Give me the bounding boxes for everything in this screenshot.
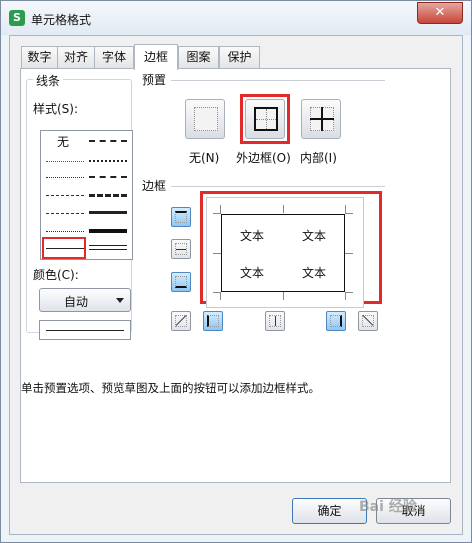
color-label: 颜色(C):: [33, 268, 79, 282]
line-style-item[interactable]: [46, 213, 84, 215]
line-style-list[interactable]: 无: [40, 130, 133, 260]
preset-outline-label: 外边框(O): [236, 151, 291, 165]
title-bar: S 单元格格式 ✕: [1, 1, 471, 35]
line-style-item[interactable]: [89, 140, 127, 142]
border-inner-horizontal-button[interactable]: [171, 239, 191, 259]
format-cells-dialog: S 单元格格式 ✕ 数字 对齐 字体 边框 图案 保护 线条 样式(S): 无: [0, 0, 472, 543]
border-tab-panel: 线条 样式(S): 无 颜色(C): 自动 预置 无(N) 外边框(O) 内部(…: [20, 68, 451, 483]
preview-tick: [345, 205, 346, 213]
color-value: 自动: [64, 295, 89, 309]
preview-text: 文本: [240, 266, 265, 280]
app-icon: S: [9, 10, 25, 26]
line-style-item[interactable]: [46, 177, 84, 179]
line-style-item[interactable]: [89, 229, 127, 233]
watermark: Bai 经验: [359, 499, 417, 515]
border-top-icon: [175, 211, 187, 223]
preset-inside-button[interactable]: [301, 99, 341, 139]
preview-tick: [213, 213, 221, 214]
hint-text: 单击预置选项、预览草图及上面的按钮可以添加边框样式。: [21, 381, 320, 395]
preview-text: 文本: [302, 229, 327, 243]
line-style-item[interactable]: [89, 176, 127, 178]
line-group: 线条 样式(S): 无 颜色(C): 自动: [26, 72, 133, 340]
border-left-icon: [207, 315, 219, 327]
dialog-body: 数字 对齐 字体 边框 图案 保护 线条 样式(S): 无 颜色(C): 自动 …: [9, 35, 463, 535]
border-separator: [171, 186, 385, 187]
preset-inside-label: 内部(I): [300, 151, 337, 165]
preview-tick: [283, 292, 284, 300]
presets-separator: [171, 80, 385, 81]
preview-tick: [283, 205, 284, 213]
preview-tick: [345, 292, 346, 300]
border-inner-horizontal-icon: [175, 243, 187, 255]
preview-text: 文本: [302, 266, 327, 280]
style-label: 样式(S):: [33, 102, 79, 116]
tab-pattern[interactable]: 图案: [178, 46, 219, 69]
preset-none-button[interactable]: [185, 99, 225, 139]
chevron-down-icon: [116, 298, 124, 303]
border-bottom-icon: [175, 276, 187, 288]
border-inner-vertical-button[interactable]: [265, 311, 285, 331]
border-preview[interactable]: 文本 文本 文本 文本: [206, 197, 364, 308]
border-right-icon: [330, 315, 342, 327]
ok-button[interactable]: 确定: [292, 498, 367, 524]
preview-tick: [345, 213, 353, 214]
color-dropdown[interactable]: 自动: [39, 288, 131, 312]
line-style-none[interactable]: 无: [57, 133, 69, 150]
preset-none-icon: [194, 107, 218, 131]
preset-inside-icon: [310, 107, 334, 131]
border-inner-vertical-icon: [269, 315, 281, 327]
line-style-item-double[interactable]: [89, 245, 127, 250]
preview-tick: [220, 292, 221, 300]
tab-border[interactable]: 边框: [134, 44, 178, 70]
line-style-item[interactable]: [46, 195, 84, 197]
presets-title: 预置: [142, 73, 167, 87]
border-title: 边框: [142, 179, 167, 193]
preview-tick: [345, 292, 353, 293]
preview-tick: [220, 205, 221, 213]
tab-number[interactable]: 数字: [21, 46, 58, 69]
preview-text: 文本: [240, 229, 265, 243]
line-style-item[interactable]: [89, 211, 127, 214]
dialog-title: 单元格格式: [31, 13, 92, 27]
tab-protection[interactable]: 保护: [219, 46, 260, 69]
diagonal-down-icon: [362, 315, 374, 327]
border-right-button[interactable]: [326, 311, 346, 331]
border-diagonal-up-button[interactable]: [171, 311, 191, 331]
preview-cell-box: 文本 文本 文本 文本: [221, 214, 345, 292]
preview-tick: [345, 253, 353, 254]
preview-tick: [213, 253, 221, 254]
tab-font[interactable]: 字体: [94, 46, 134, 69]
line-style-item[interactable]: [89, 160, 127, 162]
border-left-button[interactable]: [203, 311, 223, 331]
diagonal-up-icon: [175, 315, 187, 327]
close-button[interactable]: ✕: [417, 2, 463, 24]
border-diagonal-down-button[interactable]: [358, 311, 378, 331]
border-top-button[interactable]: [171, 207, 191, 227]
tab-alignment[interactable]: 对齐: [57, 46, 95, 69]
border-bottom-button[interactable]: [171, 272, 191, 292]
line-style-item[interactable]: [89, 194, 127, 197]
line-style-item[interactable]: [46, 231, 84, 233]
line-color-preview: [39, 320, 131, 340]
preset-none-label: 无(N): [189, 151, 220, 165]
selected-line-style-highlight: [42, 237, 86, 259]
line-style-item[interactable]: [46, 161, 84, 163]
preset-outline-highlight: [240, 94, 290, 144]
line-group-title: 线条: [33, 72, 64, 89]
